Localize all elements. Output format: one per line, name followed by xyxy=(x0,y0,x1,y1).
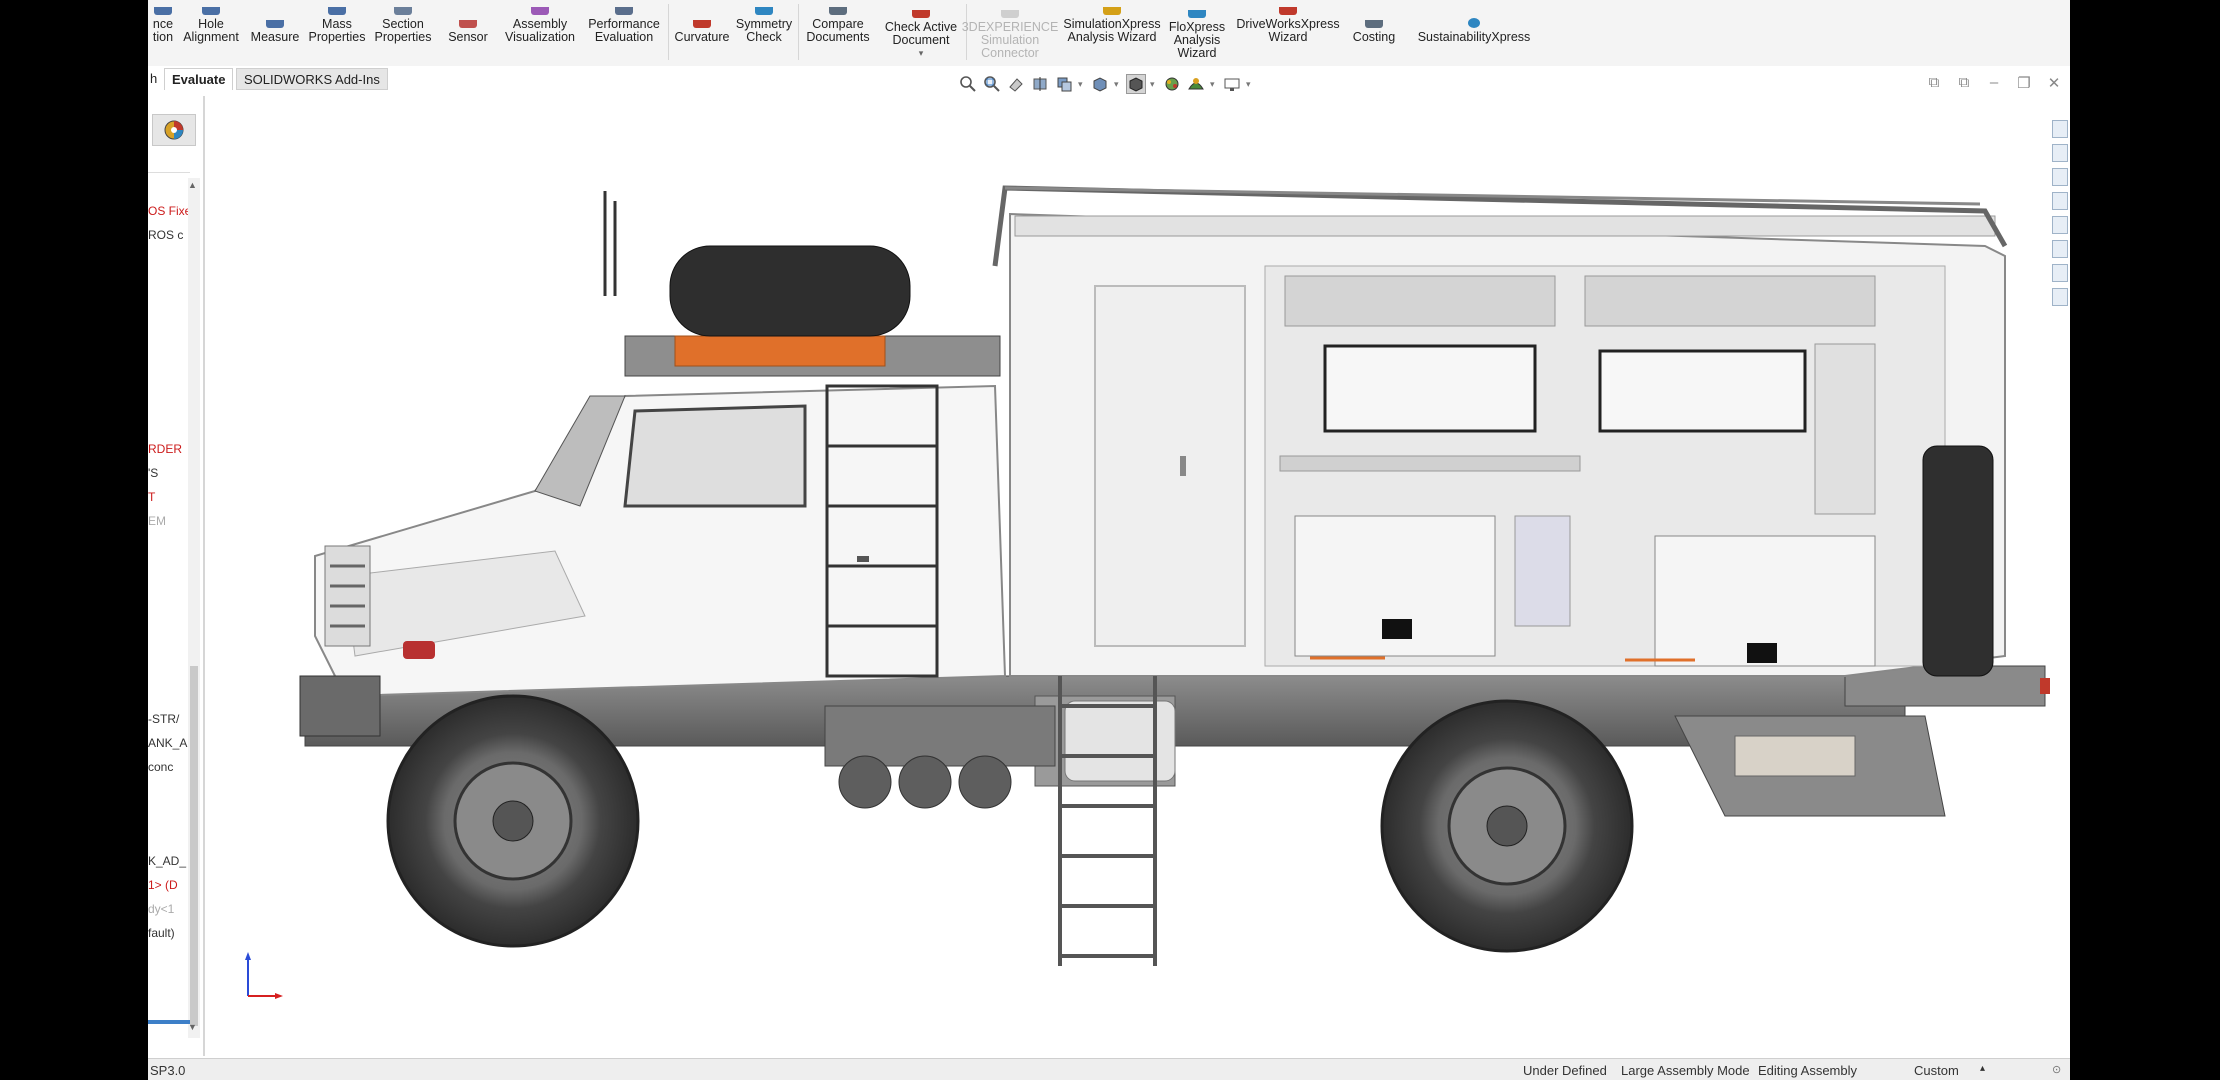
3dexperience-icon xyxy=(1001,10,1019,18)
sustainabilityxpress-button[interactable]: SustainabilityXpress xyxy=(1392,0,1556,66)
view-settings-icon[interactable] xyxy=(1222,74,1242,94)
section-view-icon[interactable] xyxy=(1030,74,1050,94)
graphics-area[interactable] xyxy=(205,96,2070,1056)
zoom-to-area-icon[interactable] xyxy=(982,74,1002,94)
version-label: SP3.0 xyxy=(150,1063,186,1078)
ribbon-separator xyxy=(668,4,669,60)
compare-documents-button[interactable]: Compare Documents xyxy=(800,0,876,66)
tree-item[interactable]: T xyxy=(148,490,155,504)
tree-item[interactable]: K_AD_ xyxy=(148,854,186,868)
rear-wheel xyxy=(1380,699,1634,953)
heads-up-view-toolbar: ▾ ▾ ▾ ▾ ▾ xyxy=(958,72,1254,96)
ribbon-separator xyxy=(798,4,799,60)
check-active-document-button[interactable]: Check Active Document ▾ xyxy=(878,0,964,66)
dropdown-arrow-icon[interactable]: ▾ xyxy=(1150,79,1158,90)
performance-evaluation-button[interactable]: Performance Evaluation xyxy=(582,0,666,66)
driveworksxpress-icon xyxy=(1279,7,1297,15)
sustainabilityxpress-icon xyxy=(1468,18,1480,28)
3dexperience-simulation-connector-button[interactable]: 3DEXPERIENCE Simulation Connector xyxy=(960,0,1060,66)
curvature-icon xyxy=(693,20,711,28)
tree-item[interactable]: 'S xyxy=(148,466,158,480)
interference-icon xyxy=(154,7,172,15)
tree-item[interactable]: conc xyxy=(148,760,173,774)
zoom-to-fit-icon[interactable] xyxy=(958,74,978,94)
floxpress-icon xyxy=(1188,10,1206,18)
close-button[interactable]: ✕ xyxy=(2046,74,2062,92)
status-definition: Under Defined xyxy=(1523,1063,1607,1078)
performance-evaluation-icon xyxy=(615,7,633,15)
panel-splitter[interactable] xyxy=(148,1020,190,1024)
hole-alignment-icon xyxy=(202,7,220,15)
tab-evaluate[interactable]: Evaluate xyxy=(164,68,234,90)
costing-icon xyxy=(1365,20,1383,28)
previous-view-icon[interactable] xyxy=(1006,74,1026,94)
section-properties-icon xyxy=(394,7,412,15)
assembly-visualization-icon xyxy=(531,7,549,15)
tab-partial[interactable]: h xyxy=(148,68,162,90)
minimize-button[interactable]: – xyxy=(1986,74,2002,92)
feature-manager-panel: OS Fixe ROS c RDER 'S T EM -STR/ ANK_A c… xyxy=(148,96,205,1056)
truck-camper-model[interactable] xyxy=(205,96,2070,1056)
mass-properties-button[interactable]: Mass Properties xyxy=(306,0,368,66)
hole-alignment-button[interactable]: Hole Alignment xyxy=(178,0,244,66)
panel-divider xyxy=(148,172,190,173)
assembly-visualization-button[interactable]: Assembly Visualization xyxy=(498,0,582,66)
simulationxpress-analysis-wizard-button[interactable]: SimulationXpress Analysis Wizard xyxy=(1056,0,1168,66)
compare-documents-icon xyxy=(829,7,847,15)
units-selector[interactable]: Custom xyxy=(1914,1063,1959,1078)
front-wheel xyxy=(386,694,640,948)
tree-item[interactable]: fault) xyxy=(148,926,175,940)
sensor-icon xyxy=(459,20,477,28)
dynamic-annotation-icon[interactable] xyxy=(1054,74,1074,94)
tree-item[interactable]: 1> (D xyxy=(148,878,178,892)
dropdown-arrow-icon[interactable]: ▾ xyxy=(1114,79,1122,90)
edit-appearance-icon[interactable] xyxy=(1186,74,1206,94)
measure-button[interactable]: Measure xyxy=(244,0,306,66)
sensor-button[interactable]: Sensor xyxy=(440,0,496,66)
simulationxpress-icon xyxy=(1103,7,1121,15)
status-large-assembly-mode: Large Assembly Mode xyxy=(1621,1063,1750,1078)
hide-show-items-icon[interactable] xyxy=(1162,74,1182,94)
tile-vertical-icon[interactable]: ⧉ xyxy=(1956,74,1972,92)
tree-item[interactable]: RDER xyxy=(148,442,182,456)
measure-icon xyxy=(266,20,284,28)
check-active-document-icon xyxy=(912,10,930,18)
view-orientation-icon[interactable] xyxy=(1090,74,1110,94)
tile-horizontal-icon[interactable]: ⧉ xyxy=(1926,74,1942,92)
tree-item[interactable]: ROS c xyxy=(148,228,183,242)
dropdown-arrow-icon[interactable]: ▾ xyxy=(1246,79,1254,90)
status-editing: Editing Assembly xyxy=(1758,1063,1857,1078)
tree-item[interactable]: ANK_A xyxy=(148,736,187,750)
document-window-controls: ⧉ ⧉ – ❐ ✕ xyxy=(1926,74,2062,92)
symmetry-check-icon xyxy=(755,7,773,15)
dropdown-arrow-icon[interactable]: ▾ xyxy=(1210,79,1218,90)
dropdown-arrow-icon[interactable]: ▾ xyxy=(1078,79,1086,90)
tree-item[interactable]: OS Fixe xyxy=(148,204,191,218)
tree-item[interactable]: -STR/ xyxy=(148,712,179,726)
scroll-up-icon[interactable]: ▲ xyxy=(188,180,197,190)
display-style-icon[interactable] xyxy=(1126,74,1146,94)
floxpress-analysis-wizard-button[interactable]: FloXpress Analysis Wizard xyxy=(1158,0,1236,66)
tree-item[interactable]: dy<1 xyxy=(148,902,174,916)
appearance-tab[interactable] xyxy=(152,114,196,146)
section-properties-button[interactable]: Section Properties xyxy=(370,0,436,66)
symmetry-check-button[interactable]: Symmetry Check xyxy=(732,0,796,66)
tab-solidworks-add-ins[interactable]: SOLIDWORKS Add-Ins xyxy=(236,68,388,90)
units-dropdown-icon[interactable]: ▴ xyxy=(1980,1063,1985,1074)
status-info-icon[interactable]: ⊙ xyxy=(2052,1063,2061,1076)
mass-properties-icon xyxy=(328,7,346,15)
appearance-icon xyxy=(164,120,184,140)
curvature-button[interactable]: Curvature xyxy=(670,0,734,66)
scrollbar-thumb[interactable] xyxy=(190,666,198,1026)
interference-detection-button[interactable]: nce tion xyxy=(148,0,178,66)
status-bar: SP3.0 Under Defined Large Assembly Mode … xyxy=(148,1058,2070,1080)
command-manager-ribbon: nce tion Hole Alignment Measure Mass Pro… xyxy=(148,0,2070,67)
solidworks-window: nce tion Hole Alignment Measure Mass Pro… xyxy=(148,0,2070,1080)
check-active-document-dropdown[interactable]: ▾ xyxy=(919,47,924,60)
tree-item[interactable]: EM xyxy=(148,514,166,528)
restore-button[interactable]: ❐ xyxy=(2016,74,2032,92)
coordinate-triad xyxy=(245,952,283,999)
